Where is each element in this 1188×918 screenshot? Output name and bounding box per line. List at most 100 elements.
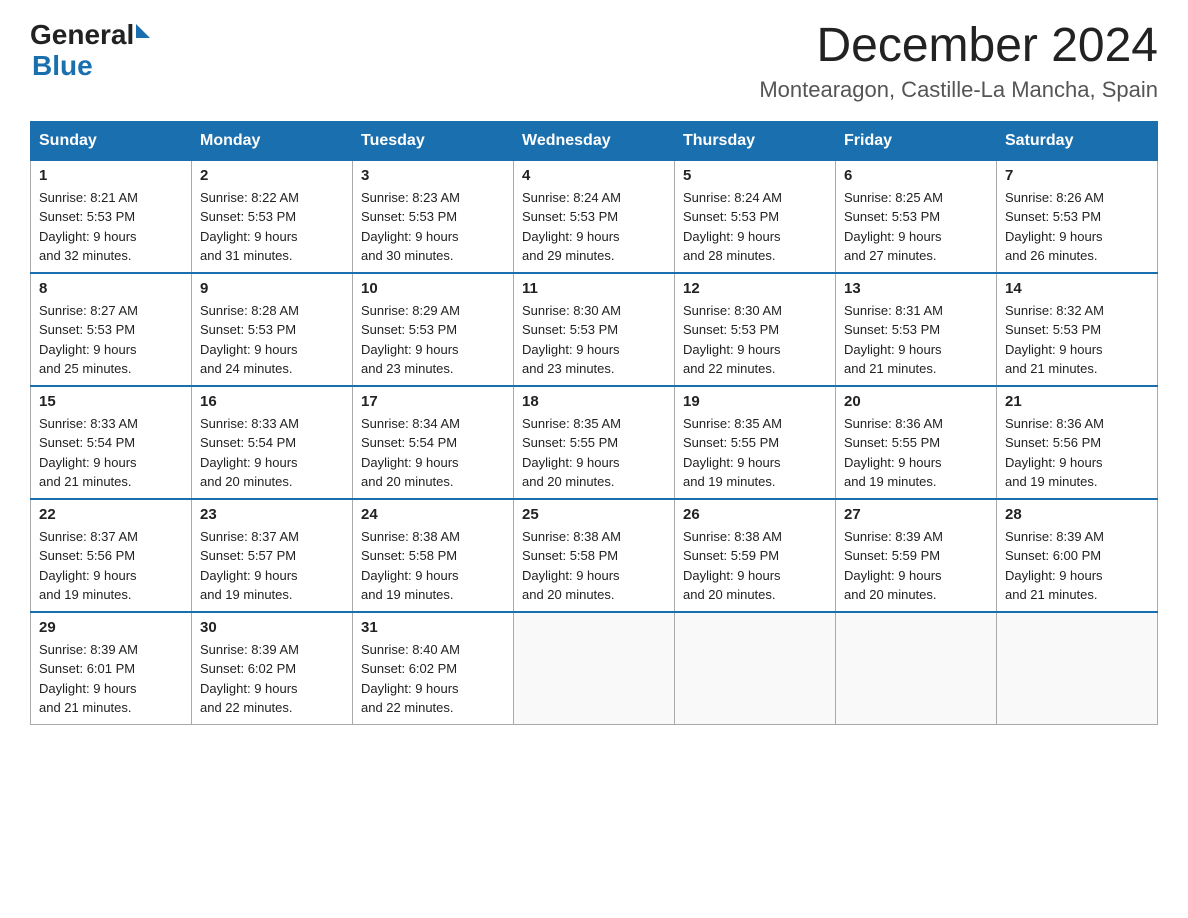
day-number: 16 xyxy=(200,393,344,410)
location-subtitle: Montearagon, Castille-La Mancha, Spain xyxy=(759,77,1158,103)
day-number: 22 xyxy=(39,506,183,523)
header-saturday: Saturday xyxy=(997,121,1158,160)
calendar-week-row: 1 Sunrise: 8:21 AMSunset: 5:53 PMDaylight… xyxy=(31,160,1158,273)
day-info: Sunrise: 8:34 AMSunset: 5:54 PMDaylight:… xyxy=(361,414,505,492)
day-number: 8 xyxy=(39,280,183,297)
calendar-week-row: 29 Sunrise: 8:39 AMSunset: 6:01 PMDayligh… xyxy=(31,612,1158,725)
day-info: Sunrise: 8:30 AMSunset: 5:53 PMDaylight:… xyxy=(522,301,666,379)
table-row xyxy=(514,612,675,725)
table-row: 29 Sunrise: 8:39 AMSunset: 6:01 PMDayligh… xyxy=(31,612,192,725)
day-number: 10 xyxy=(361,280,505,297)
table-row: 3 Sunrise: 8:23 AMSunset: 5:53 PMDaylight… xyxy=(353,160,514,273)
table-row: 7Sunrise: 8:26 AMSunset: 5:53 PMDaylight… xyxy=(997,160,1158,273)
day-info: Sunrise: 8:28 AMSunset: 5:53 PMDaylight:… xyxy=(200,301,344,379)
day-info: Sunrise: 8:39 AMSunset: 6:00 PMDaylight:… xyxy=(1005,527,1149,605)
day-number: 17 xyxy=(361,393,505,410)
day-number: 21 xyxy=(1005,393,1149,410)
day-info: Sunrise: 8:38 AMSunset: 5:59 PMDaylight:… xyxy=(683,527,827,605)
table-row: 18 Sunrise: 8:35 AMSunset: 5:55 PMDayligh… xyxy=(514,386,675,499)
logo-general-text: General xyxy=(30,20,134,51)
table-row: 21Sunrise: 8:36 AMSunset: 5:56 PMDayligh… xyxy=(997,386,1158,499)
day-number: 18 xyxy=(522,393,666,410)
table-row xyxy=(997,612,1158,725)
day-info: Sunrise: 8:29 AMSunset: 5:53 PMDaylight:… xyxy=(361,301,505,379)
day-info: Sunrise: 8:23 AMSunset: 5:53 PMDaylight:… xyxy=(361,188,505,266)
calendar-table: Sunday Monday Tuesday Wednesday Thursday… xyxy=(30,121,1158,725)
day-info: Sunrise: 8:26 AMSunset: 5:53 PMDaylight:… xyxy=(1005,188,1149,266)
table-row: 26 Sunrise: 8:38 AMSunset: 5:59 PMDayligh… xyxy=(675,499,836,612)
table-row: 9 Sunrise: 8:28 AMSunset: 5:53 PMDaylight… xyxy=(192,273,353,386)
day-number: 5 xyxy=(683,167,827,184)
table-row: 11 Sunrise: 8:30 AMSunset: 5:53 PMDayligh… xyxy=(514,273,675,386)
calendar-body: 1 Sunrise: 8:21 AMSunset: 5:53 PMDaylight… xyxy=(31,160,1158,724)
day-info: Sunrise: 8:37 AMSunset: 5:57 PMDaylight:… xyxy=(200,527,344,605)
day-info: Sunrise: 8:32 AMSunset: 5:53 PMDaylight:… xyxy=(1005,301,1149,379)
day-info: Sunrise: 8:27 AMSunset: 5:53 PMDaylight:… xyxy=(39,301,183,379)
day-number: 9 xyxy=(200,280,344,297)
day-number: 11 xyxy=(522,280,666,297)
header: General Blue December 2024 Montearagon, … xyxy=(30,20,1158,103)
table-row xyxy=(836,612,997,725)
table-row: 16Sunrise: 8:33 AMSunset: 5:54 PMDayligh… xyxy=(192,386,353,499)
table-row: 6Sunrise: 8:25 AMSunset: 5:53 PMDaylight… xyxy=(836,160,997,273)
table-row: 1 Sunrise: 8:21 AMSunset: 5:53 PMDaylight… xyxy=(31,160,192,273)
header-row: Sunday Monday Tuesday Wednesday Thursday… xyxy=(31,121,1158,160)
day-info: Sunrise: 8:39 AMSunset: 6:01 PMDaylight:… xyxy=(39,640,183,718)
day-number: 30 xyxy=(200,619,344,636)
calendar-week-row: 8 Sunrise: 8:27 AMSunset: 5:53 PMDaylight… xyxy=(31,273,1158,386)
day-info: Sunrise: 8:21 AMSunset: 5:53 PMDaylight:… xyxy=(39,188,183,266)
header-sunday: Sunday xyxy=(31,121,192,160)
day-info: Sunrise: 8:39 AMSunset: 6:02 PMDaylight:… xyxy=(200,640,344,718)
logo-blue-text: Blue xyxy=(32,50,93,81)
table-row: 25 Sunrise: 8:38 AMSunset: 5:58 PMDayligh… xyxy=(514,499,675,612)
day-info: Sunrise: 8:24 AMSunset: 5:53 PMDaylight:… xyxy=(522,188,666,266)
day-info: Sunrise: 8:36 AMSunset: 5:55 PMDaylight:… xyxy=(844,414,988,492)
day-number: 4 xyxy=(522,167,666,184)
day-number: 1 xyxy=(39,167,183,184)
table-row xyxy=(675,612,836,725)
header-friday: Friday xyxy=(836,121,997,160)
header-thursday: Thursday xyxy=(675,121,836,160)
table-row: 13 Sunrise: 8:31 AMSunset: 5:53 PMDayligh… xyxy=(836,273,997,386)
table-row: 31Sunrise: 8:40 AMSunset: 6:02 PMDayligh… xyxy=(353,612,514,725)
table-row: 24Sunrise: 8:38 AMSunset: 5:58 PMDayligh… xyxy=(353,499,514,612)
table-row: 30 Sunrise: 8:39 AMSunset: 6:02 PMDayligh… xyxy=(192,612,353,725)
day-info: Sunrise: 8:37 AMSunset: 5:56 PMDaylight:… xyxy=(39,527,183,605)
day-number: 13 xyxy=(844,280,988,297)
calendar-week-row: 15Sunrise: 8:33 AMSunset: 5:54 PMDayligh… xyxy=(31,386,1158,499)
calendar-header: Sunday Monday Tuesday Wednesday Thursday… xyxy=(31,121,1158,160)
table-row: 28 Sunrise: 8:39 AMSunset: 6:00 PMDayligh… xyxy=(997,499,1158,612)
header-wednesday: Wednesday xyxy=(514,121,675,160)
day-info: Sunrise: 8:38 AMSunset: 5:58 PMDaylight:… xyxy=(522,527,666,605)
header-tuesday: Tuesday xyxy=(353,121,514,160)
day-number: 23 xyxy=(200,506,344,523)
table-row: 17 Sunrise: 8:34 AMSunset: 5:54 PMDayligh… xyxy=(353,386,514,499)
day-number: 31 xyxy=(361,619,505,636)
day-number: 15 xyxy=(39,393,183,410)
table-row: 20Sunrise: 8:36 AMSunset: 5:55 PMDayligh… xyxy=(836,386,997,499)
month-year-title: December 2024 xyxy=(759,20,1158,73)
table-row: 15Sunrise: 8:33 AMSunset: 5:54 PMDayligh… xyxy=(31,386,192,499)
day-number: 27 xyxy=(844,506,988,523)
table-row: 5 Sunrise: 8:24 AMSunset: 5:53 PMDaylight… xyxy=(675,160,836,273)
day-number: 26 xyxy=(683,506,827,523)
day-info: Sunrise: 8:22 AMSunset: 5:53 PMDaylight:… xyxy=(200,188,344,266)
table-row: 4 Sunrise: 8:24 AMSunset: 5:53 PMDaylight… xyxy=(514,160,675,273)
day-number: 28 xyxy=(1005,506,1149,523)
day-number: 3 xyxy=(361,167,505,184)
day-info: Sunrise: 8:38 AMSunset: 5:58 PMDaylight:… xyxy=(361,527,505,605)
table-row: 23 Sunrise: 8:37 AMSunset: 5:57 PMDayligh… xyxy=(192,499,353,612)
table-row: 27Sunrise: 8:39 AMSunset: 5:59 PMDayligh… xyxy=(836,499,997,612)
day-info: Sunrise: 8:24 AMSunset: 5:53 PMDaylight:… xyxy=(683,188,827,266)
day-number: 25 xyxy=(522,506,666,523)
day-number: 29 xyxy=(39,619,183,636)
day-number: 2 xyxy=(200,167,344,184)
table-row: 22 Sunrise: 8:37 AMSunset: 5:56 PMDayligh… xyxy=(31,499,192,612)
day-number: 12 xyxy=(683,280,827,297)
day-info: Sunrise: 8:35 AMSunset: 5:55 PMDaylight:… xyxy=(683,414,827,492)
day-info: Sunrise: 8:31 AMSunset: 5:53 PMDaylight:… xyxy=(844,301,988,379)
day-info: Sunrise: 8:30 AMSunset: 5:53 PMDaylight:… xyxy=(683,301,827,379)
table-row: 10 Sunrise: 8:29 AMSunset: 5:53 PMDayligh… xyxy=(353,273,514,386)
logo-triangle-icon xyxy=(136,24,150,38)
day-info: Sunrise: 8:35 AMSunset: 5:55 PMDaylight:… xyxy=(522,414,666,492)
